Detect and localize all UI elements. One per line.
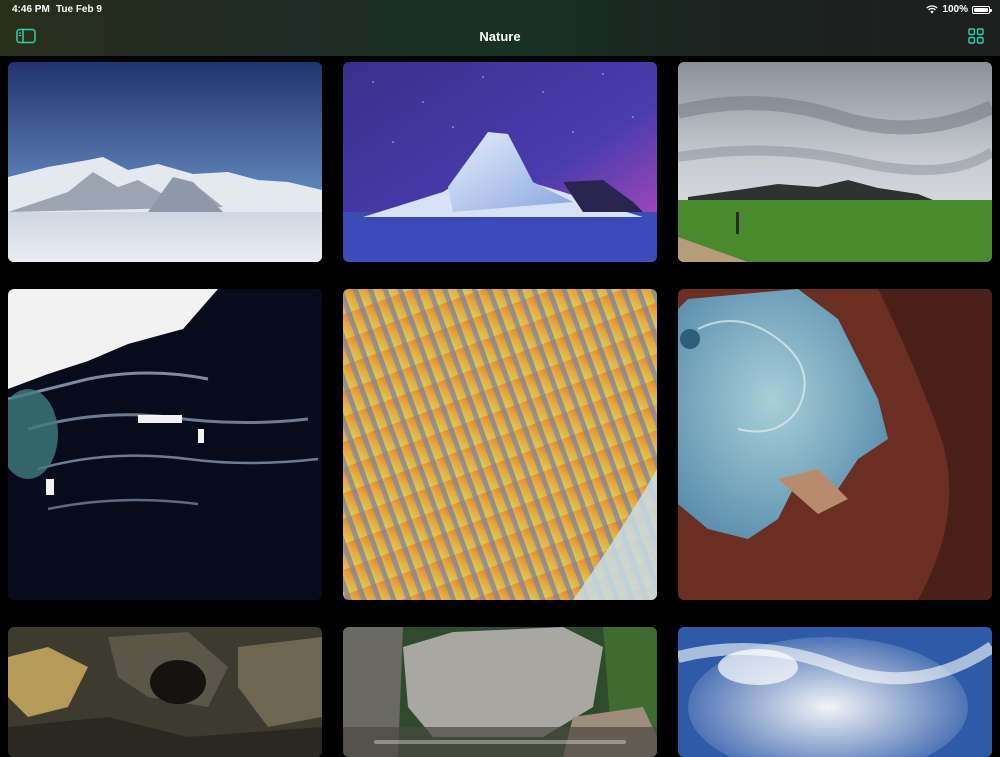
status-indicators: 100% [926,4,992,15]
photo-cloudy-sky-image [678,627,992,757]
photo-rock-cave[interactable] [8,627,322,757]
photo-arctic-coast-aerial-image [8,289,322,600]
page-title: Nature [479,29,521,44]
photo-grassland-hills[interactable] [678,62,992,262]
grid-view-icon[interactable] [968,28,984,44]
photo-rock-cave-image [8,627,322,757]
photo-desert-dunes-aerial-image [343,289,657,600]
battery-percent: 100% [942,4,968,15]
wifi-icon [926,5,939,14]
home-indicator[interactable] [374,740,626,744]
photo-antarctic-mountains[interactable] [8,62,322,262]
photo-arctic-coast-aerial[interactable] [8,289,322,600]
photo-antarctic-mountains-image [8,62,322,262]
photo-grassland-hills-image [678,62,992,262]
photo-cloudy-sky[interactable] [678,627,992,757]
photo-iceberg-night[interactable] [343,62,657,262]
photo-boulders-forest-image [343,627,657,757]
photo-frozen-lake-aerial-image [678,289,992,600]
photo-desert-dunes-aerial[interactable] [343,289,657,600]
battery-icon [972,5,992,14]
status-time: 4:46 PM [12,4,50,15]
photo-iceberg-night-image [343,62,657,262]
photo-frozen-lake-aerial[interactable] [678,289,992,600]
top-bar: 4:46 PM Tue Feb 9 100% Nature [0,0,1000,56]
photo-boulders-forest[interactable] [343,627,657,757]
status-date: Tue Feb 9 [56,4,102,15]
